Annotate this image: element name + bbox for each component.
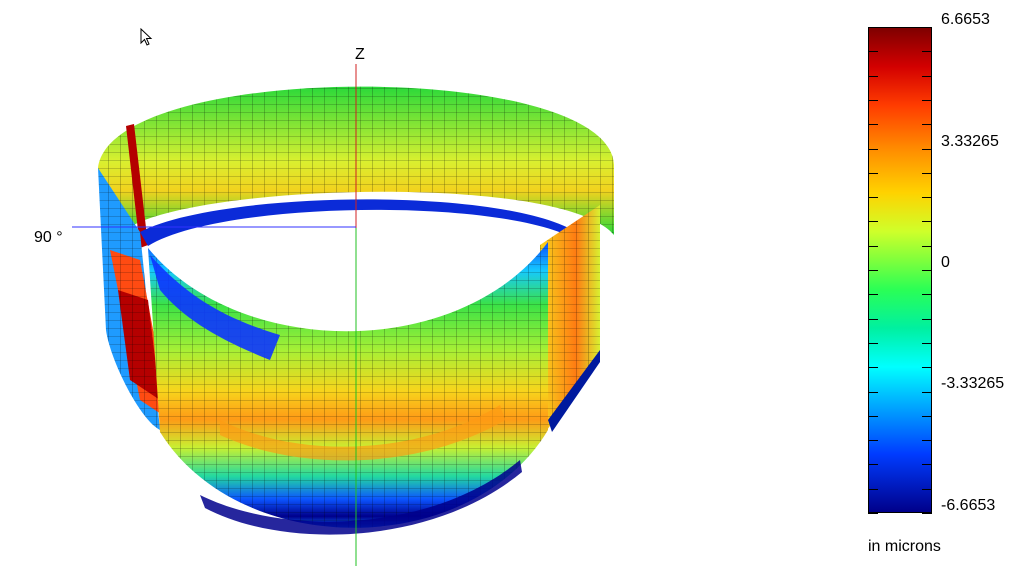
units-label: in microns [868, 538, 941, 555]
color-scale-tick [864, 489, 936, 490]
3d-viewport[interactable] [0, 0, 1020, 568]
color-scale-tick [864, 51, 936, 52]
color-scale-tick [864, 367, 936, 368]
color-scale-tick [864, 100, 936, 101]
color-scale-tick [864, 392, 936, 393]
color-scale-label-min: -6.6653 [941, 497, 996, 514]
color-scale-tick [864, 440, 936, 441]
cylinder-outer-wall [148, 242, 548, 535]
color-scale-tick [864, 319, 936, 320]
cylinder-inner-rim [140, 199, 585, 246]
color-scale-label-max: 6.6653 [941, 11, 990, 28]
cylinder-right-wall [540, 205, 600, 440]
color-scale-tick [864, 76, 936, 77]
color-scale-tick [864, 343, 936, 344]
color-scale-label-upper: 3.33265 [941, 133, 999, 150]
color-scale-tick [864, 149, 936, 150]
color-scale-tick [864, 173, 936, 174]
color-scale-tick [864, 294, 936, 295]
color-scale-tick [864, 197, 936, 198]
color-scale-tick [864, 221, 936, 222]
color-scale-tick [864, 124, 936, 125]
color-scale-tick [864, 464, 936, 465]
color-scale-tick [864, 513, 936, 514]
color-scale-label-lower: -3.33265 [941, 375, 1005, 392]
color-scale-tick [864, 246, 936, 247]
color-scale-tick [864, 416, 936, 417]
angle-label: 90 ° [34, 229, 63, 246]
color-scale-tick [864, 270, 936, 271]
mouse-pointer-icon [140, 28, 153, 46]
z-axis-label: Z [355, 46, 365, 63]
color-scale-tick [864, 27, 936, 28]
color-scale-label-zero: 0 [941, 254, 950, 271]
